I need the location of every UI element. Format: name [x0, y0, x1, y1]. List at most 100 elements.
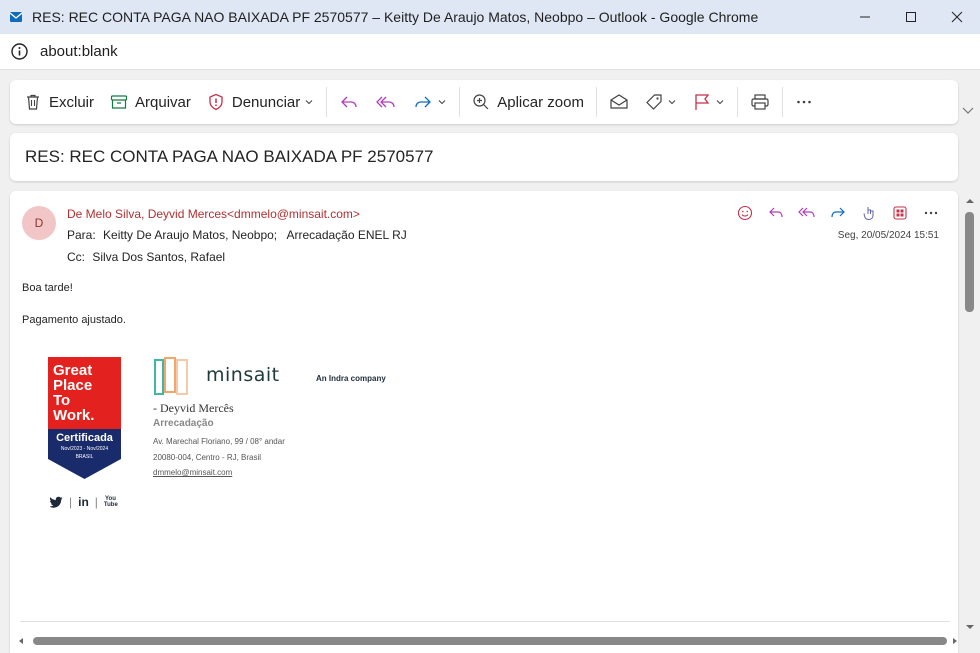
- chevron-down-icon[interactable]: [667, 97, 677, 107]
- forward-button[interactable]: [405, 86, 455, 118]
- to-recipients: Para: Keitty De Araujo Matos, Neobpo; Ar…: [67, 228, 407, 242]
- chevron-down-icon[interactable]: [304, 97, 314, 107]
- archive-icon: [110, 95, 128, 109]
- printer-icon: [751, 94, 769, 110]
- archive-button[interactable]: Arquivar: [102, 86, 199, 118]
- to-recipient[interactable]: Arrecadação ENEL RJ: [286, 228, 406, 242]
- to-label: Para:: [67, 228, 96, 242]
- linkedin-icon[interactable]: in: [78, 495, 89, 509]
- reply-all-icon: [376, 96, 395, 108]
- report-label: Denunciar: [231, 93, 301, 111]
- cc-label: Cc:: [67, 250, 85, 264]
- chevron-down-icon[interactable]: [715, 97, 725, 107]
- grid-apps-icon: [892, 206, 907, 220]
- maximize-button[interactable]: [888, 0, 934, 34]
- sender-name[interactable]: De Melo Silva, Deyvid Merces<dmmelo@mins…: [67, 207, 360, 221]
- toolbar-expand-chevron-icon[interactable]: [960, 100, 976, 120]
- close-icon: [951, 11, 963, 23]
- minimize-icon: [860, 16, 870, 18]
- social-divider: |: [94, 495, 98, 509]
- delete-button[interactable]: Excluir: [16, 86, 102, 118]
- youtube-icon[interactable]: You Tube: [104, 496, 118, 508]
- scroll-down-arrow-icon[interactable]: [964, 622, 976, 632]
- apps-button[interactable]: [884, 203, 915, 223]
- delete-label: Excluir: [49, 93, 95, 111]
- toolbar-divider: [781, 87, 783, 117]
- quoted-message-divider: [20, 621, 950, 622]
- categorize-button[interactable]: [637, 86, 685, 118]
- minimize-button[interactable]: [842, 0, 888, 34]
- minsait-wordmark: minsait: [206, 364, 280, 386]
- reply-all-button[interactable]: [367, 86, 405, 118]
- signature-address: 20080-004, Centro - RJ, Brasil: [153, 453, 262, 462]
- outlook-app-icon: [9, 12, 23, 22]
- toolbar-divider: [459, 87, 461, 117]
- reply-button[interactable]: [331, 86, 367, 118]
- toolbar-divider: [736, 87, 738, 117]
- scroll-left-arrow-icon[interactable]: [16, 636, 26, 646]
- chevron-down-icon[interactable]: [437, 97, 447, 107]
- to-recipient[interactable]: Keitty De Araujo Matos, Neobpo;: [103, 228, 277, 242]
- more-actions-button[interactable]: [915, 203, 946, 223]
- zoom-button[interactable]: Aplicar zoom: [464, 86, 592, 118]
- cc-recipients: Cc: Silva Dos Santos, Rafael: [67, 250, 225, 264]
- signature-address: Av. Marechal Floriano, 99 / 08° andar: [153, 437, 285, 446]
- message-subject: RES: REC CONTA PAGA NAO BAIXADA PF 25705…: [25, 147, 434, 166]
- gptw-line: Work.: [53, 407, 95, 424]
- report-button[interactable]: Denunciar: [199, 86, 322, 118]
- gptw-line: Great: [53, 362, 93, 379]
- gptw-line: To: [53, 392, 71, 409]
- browser-title-bar: RES: REC CONTA PAGA NAO BAIXADA PF 25705…: [0, 0, 980, 34]
- horizontal-scrollbar-thumb[interactable]: [33, 637, 947, 645]
- envelope-open-icon: [610, 94, 628, 109]
- subject-header: RES: REC CONTA PAGA NAO BAIXADA PF 25705…: [10, 133, 958, 181]
- gptw-badge-bottom: Certificada Nov/2023 - Nov/2024 BRASIL: [48, 429, 121, 479]
- reply-all-button[interactable]: [791, 203, 822, 223]
- body-greeting: Boa tarde!: [22, 282, 73, 294]
- flag-button[interactable]: [685, 86, 733, 118]
- message-date: Seg, 20/05/2024 15:51: [837, 230, 939, 241]
- info-icon[interactable]: [11, 43, 28, 60]
- gptw-period: Nov/2023 - Nov/2024: [60, 446, 109, 452]
- twitter-icon[interactable]: [50, 496, 63, 508]
- flag-icon: [695, 94, 710, 110]
- forward-button[interactable]: [822, 203, 853, 223]
- more-actions-button[interactable]: [787, 86, 821, 118]
- toolbar-divider: [326, 87, 328, 117]
- react-button[interactable]: [729, 203, 760, 223]
- sender-avatar[interactable]: D: [22, 206, 56, 240]
- minsait-logo-icon: [154, 357, 188, 395]
- gptw-badge: Great Place To Work. Certificada Nov/202…: [48, 357, 121, 479]
- zoom-label: Aplicar zoom: [497, 93, 584, 111]
- signature-email-link[interactable]: dmmelo@minsait.com: [153, 468, 232, 477]
- signature-name: - Deyvid Mercês: [153, 401, 234, 415]
- message-card: D De Melo Silva, Deyvid Merces<dmmelo@mi…: [10, 191, 958, 653]
- toolbar-divider: [595, 87, 597, 117]
- mark-read-button[interactable]: [601, 86, 637, 118]
- print-button[interactable]: [742, 86, 778, 118]
- gptw-line: Place: [53, 377, 93, 394]
- tag-icon: [646, 94, 662, 110]
- hand-touch-icon: [863, 207, 873, 221]
- scroll-right-arrow-icon[interactable]: [950, 636, 960, 646]
- gptw-country: BRASIL: [75, 454, 94, 460]
- indra-tagline: An Indra company: [316, 374, 386, 383]
- maximize-icon: [906, 12, 916, 22]
- url-field[interactable]: about:blank: [40, 43, 118, 60]
- archive-label: Arquivar: [135, 93, 191, 111]
- touch-button[interactable]: [853, 203, 884, 223]
- scroll-up-arrow-icon[interactable]: [964, 196, 976, 206]
- social-links: | in | You Tube: [50, 495, 118, 509]
- gptw-certified: Certificada: [56, 432, 113, 444]
- vertical-scrollbar-thumb[interactable]: [965, 212, 974, 312]
- zoom-icon: [473, 94, 489, 110]
- cc-recipient[interactable]: Silva Dos Santos, Rafael: [92, 250, 225, 264]
- signature-department: Arrecadação: [153, 418, 214, 429]
- close-window-button[interactable]: [934, 0, 980, 34]
- more-icon: [797, 100, 811, 104]
- reply-button[interactable]: [760, 203, 791, 223]
- gptw-badge-top: Great Place To Work.: [48, 357, 121, 429]
- body-line: Pagamento ajustado.: [22, 314, 126, 326]
- reply-all-icon: [797, 207, 815, 218]
- reply-icon: [341, 96, 357, 108]
